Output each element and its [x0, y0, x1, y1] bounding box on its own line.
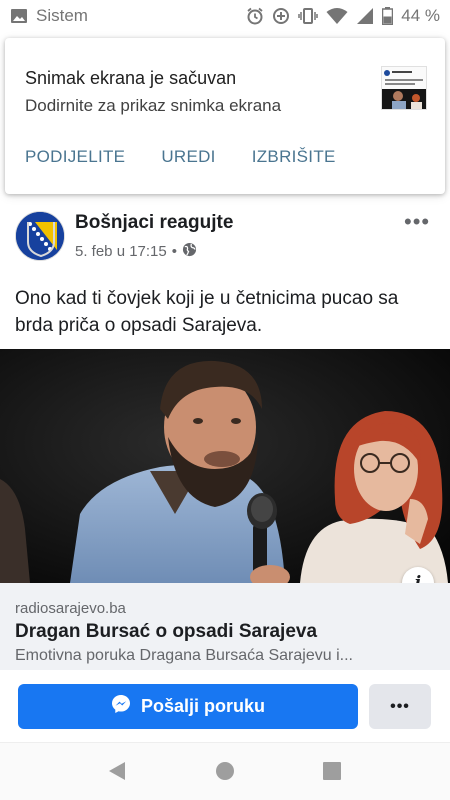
link-preview[interactable]: radiosarajevo.ba Dragan Bursać o opsadi … [0, 583, 450, 675]
post-meta: 5. feb u 17:15 • [75, 242, 197, 261]
status-app-name: Sistem [36, 6, 88, 25]
globe-icon [182, 242, 197, 261]
cta-more-button[interactable]: ••• [369, 684, 431, 729]
link-domain: radiosarajevo.ba [15, 600, 126, 617]
send-message-button[interactable]: Pošalji poruku [18, 684, 358, 729]
data-saver-icon [272, 7, 290, 25]
notification-title: Snimak ekrana je sačuvan [25, 68, 237, 88]
link-description: Emotivna poruka Dragana Bursaća Sarajevu… [15, 647, 353, 664]
screenshot-thumbnail[interactable] [381, 66, 427, 110]
android-nav-bar [0, 742, 450, 800]
notification-actions: PODIJELITE UREDI IZBRIŠITE [25, 147, 336, 167]
meta-separator: • [171, 243, 178, 260]
status-bar: Sistem 44 % [0, 0, 450, 32]
signal-icon [356, 7, 374, 25]
page-avatar[interactable] [15, 211, 65, 261]
share-action[interactable]: PODIJELITE [25, 147, 125, 167]
notification-subtitle: Dodirnite za prikaz snimka ekrana [25, 96, 282, 115]
post-more-options-button[interactable]: ••• [404, 209, 430, 235]
post-text: Ono kad ti čovjek koji je u četnicima pu… [15, 288, 399, 336]
edit-action[interactable]: UREDI [161, 147, 215, 167]
battery-icon [382, 7, 394, 25]
battery-percent: 44 % [401, 6, 440, 25]
recents-icon[interactable] [322, 760, 342, 787]
post-photo[interactable] [0, 349, 450, 583]
alarm-icon [246, 7, 264, 25]
link-title: Dragan Bursać o opsadi Sarajeva [15, 621, 318, 642]
photo-image [0, 349, 450, 583]
messenger-icon [111, 694, 131, 719]
page-name[interactable]: Bošnjaci reagujte [75, 212, 233, 234]
wifi-icon [326, 7, 348, 25]
delete-action[interactable]: IZBRIŠITE [252, 147, 336, 167]
send-message-label: Pošalji poruku [140, 696, 266, 716]
cta-area: Pošalji poruku ••• [0, 670, 450, 742]
bosnian-flag-logo [16, 212, 64, 260]
gallery-icon [10, 7, 28, 25]
post-date[interactable]: 5. feb u 17:15 [75, 243, 167, 260]
back-icon[interactable] [107, 760, 127, 787]
home-icon[interactable] [215, 760, 235, 787]
screenshot-notification[interactable]: Snimak ekrana je sačuvan Dodirnite za pr… [5, 38, 445, 194]
vibrate-icon [298, 7, 318, 25]
